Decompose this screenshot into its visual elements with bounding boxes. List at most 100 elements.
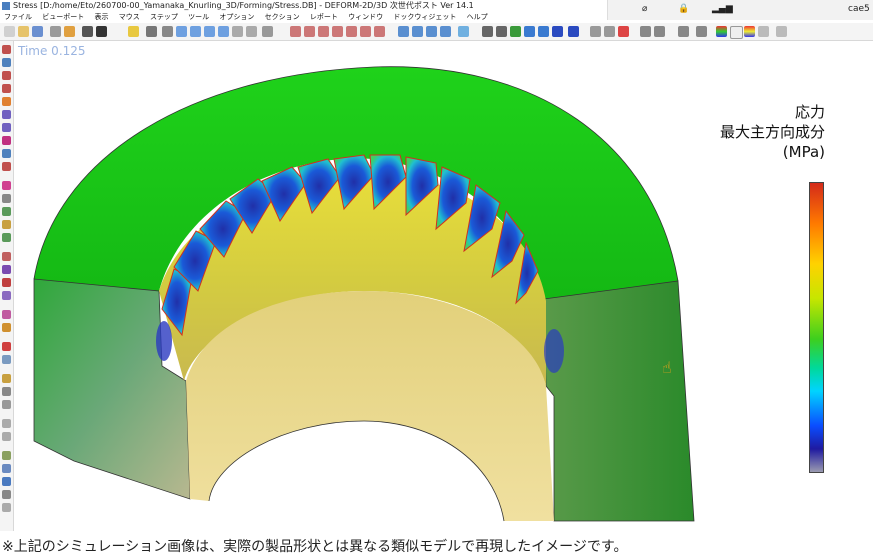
tool-point-icon[interactable] — [2, 310, 11, 319]
tool-object-icon[interactable] — [2, 58, 11, 67]
ruler-icon[interactable] — [128, 26, 139, 37]
time-label: Time 0.125 — [18, 44, 86, 58]
rotate-icon[interactable] — [176, 26, 187, 37]
tool-sphere-icon[interactable] — [2, 400, 11, 409]
menu-help[interactable]: ヘルプ — [467, 13, 488, 21]
tool-misc-icon[interactable] — [2, 490, 11, 499]
stress-spot-left — [156, 321, 172, 361]
tool-box-icon[interactable] — [2, 323, 11, 332]
legend-title-line3: (MPa) — [782, 143, 825, 161]
view-xy-icon[interactable] — [304, 26, 315, 37]
menu-step[interactable]: ステップ — [150, 13, 178, 21]
display-icon[interactable] — [482, 26, 493, 37]
fit-icon[interactable] — [262, 26, 273, 37]
section-icon[interactable] — [618, 26, 629, 37]
view-front-icon[interactable] — [360, 26, 371, 37]
background-icon[interactable] — [776, 26, 787, 37]
mesh-icon[interactable] — [426, 26, 437, 37]
video-icon[interactable] — [96, 26, 107, 37]
menu-section[interactable]: セクション — [265, 13, 300, 21]
tool-chart-icon[interactable] — [2, 207, 11, 216]
user-label: cae5 — [848, 4, 870, 14]
tool-delete-icon[interactable] — [2, 71, 11, 80]
tool-camera-icon[interactable] — [2, 464, 11, 473]
view-yz-icon[interactable] — [318, 26, 329, 37]
shade-icon[interactable] — [398, 26, 409, 37]
tool-blue-icon[interactable] — [2, 477, 11, 486]
menu-viewport[interactable]: ビューポート — [42, 13, 84, 21]
tool-gear-icon[interactable] — [2, 387, 11, 396]
tool-end-icon[interactable] — [2, 503, 11, 512]
tool-cube-icon[interactable] — [2, 291, 11, 300]
tool-plane-icon[interactable] — [2, 355, 11, 364]
tool-mesh-icon[interactable] — [2, 278, 11, 287]
colormap-icon[interactable] — [716, 26, 727, 37]
palette-icon[interactable] — [744, 26, 755, 37]
menu-tools[interactable]: ツール — [188, 13, 209, 21]
save-icon[interactable] — [32, 26, 43, 37]
tool-graph-icon[interactable] — [2, 194, 11, 203]
tool-t-icon[interactable] — [2, 162, 11, 171]
tool-note-icon[interactable] — [2, 374, 11, 383]
tool-u-icon[interactable] — [2, 123, 11, 132]
rotate-z-icon[interactable] — [218, 26, 229, 37]
tool-v-icon[interactable] — [2, 110, 11, 119]
tool-arrow-icon[interactable] — [2, 181, 11, 190]
cut-icon[interactable] — [604, 26, 615, 37]
view-zx-icon[interactable] — [332, 26, 343, 37]
tool-epsilon-icon[interactable] — [2, 149, 11, 158]
tool-leaf-icon[interactable] — [2, 233, 11, 242]
probe-icon[interactable] — [590, 26, 601, 37]
menu-file[interactable]: ファイル — [4, 13, 32, 21]
zoom-box-icon[interactable] — [246, 26, 257, 37]
stop-icon[interactable] — [552, 26, 563, 37]
tool-doc-icon[interactable] — [2, 419, 11, 428]
vector-icon[interactable] — [524, 26, 535, 37]
crosshair-icon[interactable] — [640, 26, 651, 37]
tool-measure-icon[interactable] — [2, 451, 11, 460]
signal-icon: ▂▄▆ — [712, 4, 733, 14]
light-icon[interactable] — [458, 26, 469, 37]
select-icon[interactable] — [146, 26, 157, 37]
flow-icon[interactable] — [538, 26, 549, 37]
tool-flow-icon[interactable] — [2, 252, 11, 261]
wifi-off-icon[interactable]: ⌀ — [642, 4, 647, 14]
export-icon[interactable] — [64, 26, 75, 37]
tool-list-icon[interactable] — [2, 220, 11, 229]
tool-grid-icon[interactable] — [2, 265, 11, 274]
menu-options[interactable]: オプション — [219, 13, 254, 21]
tool-report-icon[interactable] — [2, 432, 11, 441]
view-axis-icon[interactable] — [290, 26, 301, 37]
print-icon[interactable] — [50, 26, 61, 37]
menu-window[interactable]: ウィンドウ — [348, 13, 383, 21]
camera-icon[interactable] — [82, 26, 93, 37]
tool-d-icon[interactable] — [2, 97, 11, 106]
play-icon[interactable] — [568, 26, 579, 37]
view-iso-icon[interactable] — [346, 26, 357, 37]
lock-icon[interactable]: 🔒 — [678, 4, 689, 14]
view-back-icon[interactable] — [374, 26, 385, 37]
menu-mouse[interactable]: マウス — [119, 13, 140, 21]
pan-icon[interactable] — [162, 26, 173, 37]
tool-sigma-icon[interactable] — [2, 136, 11, 145]
wire-icon[interactable] — [412, 26, 423, 37]
frame-icon[interactable] — [654, 26, 665, 37]
layer-icon[interactable] — [496, 26, 507, 37]
tool-select-icon[interactable] — [2, 45, 11, 54]
tool-triangle-icon[interactable] — [2, 342, 11, 351]
open-icon[interactable] — [18, 26, 29, 37]
new-icon[interactable] — [4, 26, 15, 37]
menu-report[interactable]: レポート — [310, 13, 338, 21]
zoom-icon[interactable] — [232, 26, 243, 37]
rotate-x-icon[interactable] — [190, 26, 201, 37]
font-icon[interactable] — [758, 26, 769, 37]
grid-icon[interactable] — [696, 26, 707, 37]
edge-icon[interactable] — [440, 26, 451, 37]
contour-icon[interactable] — [510, 26, 521, 37]
settings-icon[interactable] — [678, 26, 689, 37]
menu-view[interactable]: 表示 — [94, 13, 108, 21]
menu-dock-widget[interactable]: ドックウィジェット — [393, 13, 456, 21]
tool-line-icon[interactable] — [2, 84, 11, 93]
rotate-y-icon[interactable] — [204, 26, 215, 37]
legend-icon[interactable] — [730, 26, 743, 39]
